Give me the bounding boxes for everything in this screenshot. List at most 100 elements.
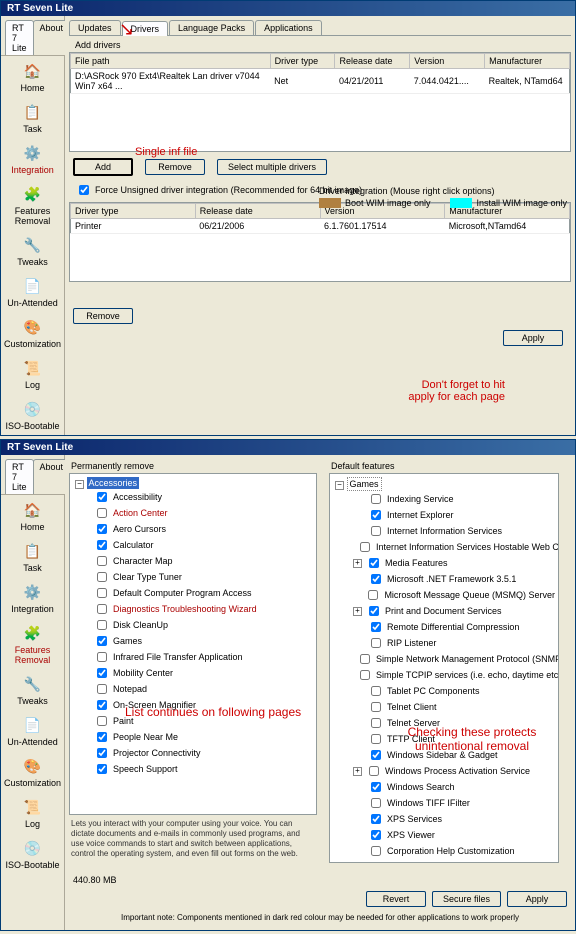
tree-item[interactable]: Internet Explorer bbox=[333, 507, 555, 523]
tree-checkbox[interactable] bbox=[371, 526, 381, 536]
sidebar-integration[interactable]: ⚙️Integration bbox=[1, 577, 64, 618]
tree-checkbox[interactable] bbox=[97, 572, 107, 582]
tree-item[interactable]: Speech Support bbox=[73, 761, 313, 777]
cell[interactable]: 06/21/2006 bbox=[195, 219, 320, 234]
tree-checkbox[interactable] bbox=[371, 830, 381, 840]
tree-item[interactable]: Microsoft Message Queue (MSMQ) Server bbox=[333, 587, 555, 603]
tree-item[interactable]: Remote Differential Compression bbox=[333, 619, 555, 635]
tree-checkbox[interactable] bbox=[371, 814, 381, 824]
expand-icon[interactable]: + bbox=[353, 559, 362, 568]
tree-checkbox[interactable] bbox=[371, 494, 381, 504]
tab-applications[interactable]: Applications bbox=[255, 20, 322, 35]
col-header[interactable]: Release date bbox=[195, 204, 320, 219]
tree-checkbox[interactable] bbox=[371, 782, 381, 792]
tree-checkbox[interactable] bbox=[97, 492, 107, 502]
tree-checkbox[interactable] bbox=[97, 732, 107, 742]
tree-item[interactable]: Aero Cursors bbox=[73, 521, 313, 537]
expand-icon[interactable]: + bbox=[353, 607, 362, 616]
remove-button[interactable]: Remove bbox=[145, 159, 205, 175]
tree-checkbox[interactable] bbox=[360, 654, 370, 664]
tab-rt7lite-2[interactable]: RT 7 Lite bbox=[5, 459, 34, 494]
sidebar-integration[interactable]: ⚙️Integration bbox=[1, 138, 64, 179]
tree-checkbox[interactable] bbox=[97, 764, 107, 774]
tree-item[interactable]: Accessibility bbox=[73, 489, 313, 505]
tree-checkbox[interactable] bbox=[368, 590, 378, 600]
tree-item[interactable]: Internet Information Services Hostable W… bbox=[333, 539, 555, 555]
sidebar-home[interactable]: 🏠Home bbox=[1, 495, 64, 536]
tree-item[interactable]: Corporation Help Customization bbox=[333, 843, 555, 859]
tab-updates[interactable]: Updates bbox=[69, 20, 121, 35]
sidebar-customization[interactable]: 🎨Customization bbox=[1, 751, 64, 792]
sidebar-tweaks[interactable]: 🔧Tweaks bbox=[1, 669, 64, 710]
sidebar-home[interactable]: 🏠Home bbox=[1, 56, 64, 97]
tree-item[interactable]: Games bbox=[73, 633, 313, 649]
tab-rt7lite[interactable]: RT 7 Lite bbox=[5, 20, 34, 55]
tree-item[interactable]: Internet Information Services bbox=[333, 523, 555, 539]
col-header[interactable]: Release date bbox=[335, 54, 410, 69]
tree-item[interactable]: Diagnostics Troubleshooting Wizard bbox=[73, 601, 313, 617]
cell[interactable]: 6.1.7601.17514 bbox=[320, 219, 445, 234]
tree-checkbox[interactable] bbox=[369, 606, 379, 616]
tree-checkbox[interactable] bbox=[371, 638, 381, 648]
tree-item[interactable]: Action Center bbox=[73, 505, 313, 521]
perm-tree[interactable]: − Accessories Accessibility Action Cente… bbox=[69, 473, 317, 815]
tree-item[interactable]: Windows TIFF IFilter bbox=[333, 795, 555, 811]
col-header[interactable]: File path bbox=[71, 54, 271, 69]
col-header[interactable]: Driver type bbox=[270, 54, 335, 69]
tree-item[interactable]: + Windows Process Activation Service bbox=[333, 763, 555, 779]
secure-button[interactable]: Secure files bbox=[432, 891, 501, 907]
cell[interactable]: Printer bbox=[71, 219, 196, 234]
sidebar-features-removal[interactable]: 🧩Features Removal bbox=[1, 618, 64, 669]
tree-checkbox[interactable] bbox=[369, 766, 379, 776]
tree-checkbox[interactable] bbox=[371, 510, 381, 520]
tree-checkbox[interactable] bbox=[371, 702, 381, 712]
tab-language-packs[interactable]: Language Packs bbox=[169, 20, 254, 35]
tree-checkbox[interactable] bbox=[371, 574, 381, 584]
tree-checkbox[interactable] bbox=[371, 846, 381, 856]
tree-checkbox[interactable] bbox=[97, 540, 107, 550]
tree-item[interactable]: Disk CleanUp bbox=[73, 617, 313, 633]
tree-item[interactable]: People Near Me bbox=[73, 729, 313, 745]
cell[interactable]: Microsoft,NTamd64 bbox=[445, 219, 570, 234]
tree-item[interactable]: Notepad bbox=[73, 681, 313, 697]
tree-checkbox[interactable] bbox=[371, 750, 381, 760]
tree-item[interactable]: Character Map bbox=[73, 553, 313, 569]
tree-checkbox[interactable] bbox=[371, 734, 381, 744]
tree-checkbox[interactable] bbox=[369, 558, 379, 568]
cell[interactable]: D:\ASRock 970 Ext4\Realtek Lan driver v7… bbox=[71, 69, 271, 94]
tree-checkbox[interactable] bbox=[371, 622, 381, 632]
sidebar-un-attended[interactable]: 📄Un-Attended bbox=[1, 710, 64, 751]
tree-checkbox[interactable] bbox=[360, 670, 370, 680]
tree-checkbox[interactable] bbox=[97, 684, 107, 694]
tree-checkbox[interactable] bbox=[97, 524, 107, 534]
col-header[interactable]: Version bbox=[410, 54, 485, 69]
tree-checkbox[interactable] bbox=[360, 542, 370, 552]
tree-item[interactable]: RIP Listener bbox=[333, 635, 555, 651]
cell[interactable]: 7.044.0421.... bbox=[410, 69, 485, 94]
sidebar-features-removal[interactable]: 🧩Features Removal bbox=[1, 179, 64, 230]
tree-item[interactable]: Indexing Service bbox=[333, 491, 555, 507]
tree-collapse-icon[interactable]: − bbox=[75, 480, 84, 489]
tree-item[interactable]: Telnet Client bbox=[333, 699, 555, 715]
tree-item[interactable]: Clear Type Tuner bbox=[73, 569, 313, 585]
tree-checkbox[interactable] bbox=[97, 588, 107, 598]
tree-item[interactable]: Simple Network Management Protocol (SNMP… bbox=[333, 651, 555, 667]
tree-item[interactable]: Mobility Center bbox=[73, 665, 313, 681]
apply-button-2[interactable]: Apply bbox=[507, 891, 567, 907]
sidebar-log[interactable]: 📜Log bbox=[1, 792, 64, 833]
add-button[interactable]: Add bbox=[73, 158, 133, 176]
cell[interactable]: Net bbox=[270, 69, 335, 94]
expand-icon[interactable]: + bbox=[353, 767, 362, 776]
tree-item[interactable]: Windows Search bbox=[333, 779, 555, 795]
tree-checkbox[interactable] bbox=[97, 668, 107, 678]
tree-item[interactable]: Microsoft .NET Framework 3.5.1 bbox=[333, 571, 555, 587]
tree-checkbox[interactable] bbox=[371, 686, 381, 696]
col-header[interactable]: Driver type bbox=[71, 204, 196, 219]
tree-item[interactable]: Tablet PC Components bbox=[333, 683, 555, 699]
tree-checkbox[interactable] bbox=[97, 604, 107, 614]
col-header[interactable]: Manufacturer bbox=[485, 54, 570, 69]
sidebar-task[interactable]: 📋Task bbox=[1, 97, 64, 138]
tree-checkbox[interactable] bbox=[371, 718, 381, 728]
tree-item[interactable]: Projector Connectivity bbox=[73, 745, 313, 761]
sidebar-tweaks[interactable]: 🔧Tweaks bbox=[1, 230, 64, 271]
